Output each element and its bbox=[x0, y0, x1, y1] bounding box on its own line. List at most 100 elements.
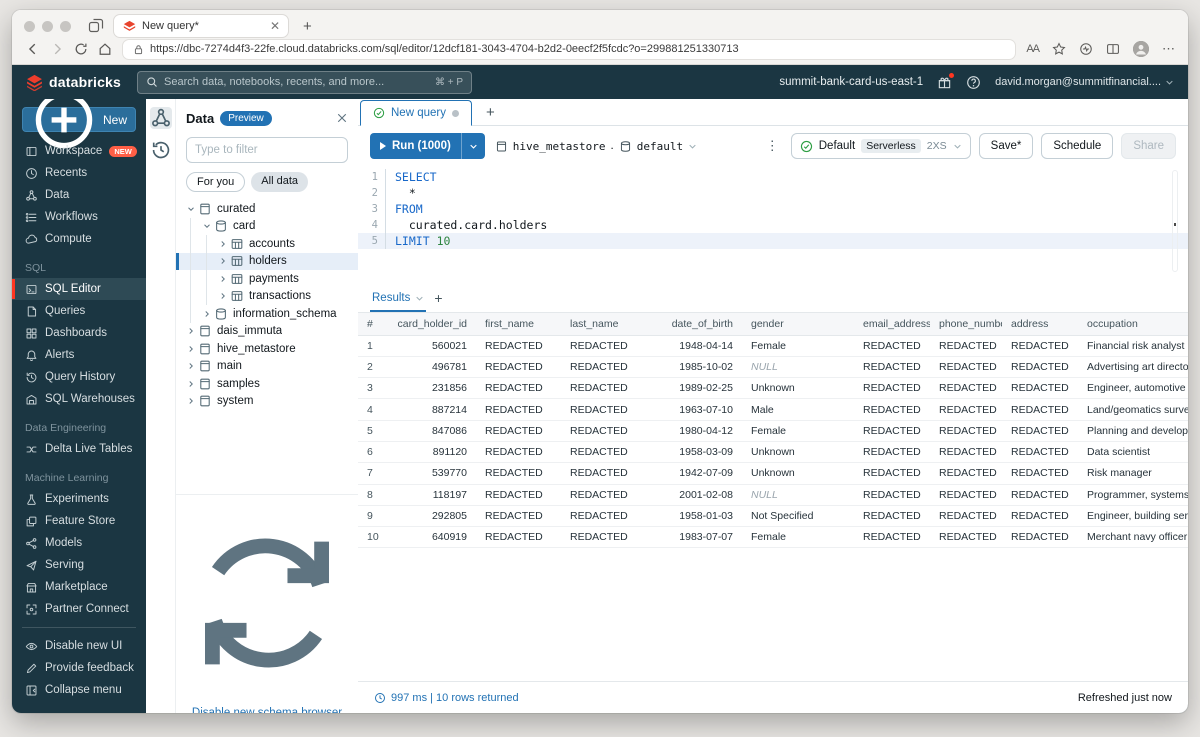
chevron-down-icon[interactable] bbox=[200, 220, 213, 233]
chevron-right-icon[interactable] bbox=[216, 237, 229, 250]
column-header-last-name[interactable]: last_name bbox=[561, 313, 646, 335]
warehouse-selector[interactable]: Default Serverless 2XS bbox=[791, 133, 971, 159]
disable-schema-browser-link[interactable]: Disable new schema browser bbox=[192, 707, 342, 713]
profile-avatar[interactable] bbox=[1133, 41, 1149, 57]
chevron-right-icon[interactable] bbox=[216, 255, 229, 268]
chevron-right-icon[interactable] bbox=[184, 325, 197, 338]
sidebar-item-provide-feedback[interactable]: Provide feedback bbox=[12, 657, 146, 679]
sql-line-4[interactable]: 4 curated.card.holders bbox=[358, 217, 1188, 233]
query-tab[interactable]: New query bbox=[360, 100, 472, 126]
chevron-right-icon[interactable] bbox=[216, 272, 229, 285]
sidebar-item-feature-store[interactable]: Feature Store bbox=[12, 510, 146, 532]
column-header-phone-number[interactable]: phone_number bbox=[930, 313, 1002, 335]
sidebar-item-workflows[interactable]: Workflows bbox=[12, 206, 146, 228]
sidebar-item-serving[interactable]: Serving bbox=[12, 554, 146, 576]
zoom-window-button[interactable] bbox=[60, 21, 71, 32]
schedule-button[interactable]: Schedule bbox=[1041, 133, 1113, 159]
tree-item-accounts[interactable]: accounts bbox=[176, 235, 358, 253]
close-window-button[interactable] bbox=[24, 21, 35, 32]
tree-item-information-schema[interactable]: information_schema bbox=[176, 305, 358, 323]
global-search[interactable]: Search data, notebooks, recents, and mor… bbox=[137, 71, 472, 94]
add-query-tab-button[interactable]: + bbox=[472, 104, 509, 125]
new-tab-button[interactable]: + bbox=[297, 18, 318, 35]
sql-line-1[interactable]: 1SELECT bbox=[358, 169, 1188, 185]
forward-icon[interactable] bbox=[50, 42, 64, 56]
sidebar-item-collapse-menu[interactable]: Collapse menu bbox=[12, 679, 146, 701]
home-icon[interactable] bbox=[98, 42, 112, 56]
scrollbar-thumb[interactable] bbox=[1174, 223, 1176, 226]
chevron-right-icon[interactable] bbox=[184, 377, 197, 390]
column-header-card-holder-id[interactable]: card_holder_id bbox=[380, 313, 476, 335]
sidebar-item-query-history[interactable]: Query History bbox=[12, 366, 146, 388]
tree-item-system[interactable]: system bbox=[176, 393, 358, 411]
split-screen-icon[interactable] bbox=[1106, 42, 1120, 56]
add-results-tab-button[interactable]: + bbox=[434, 290, 442, 306]
sidebar-item-data[interactable]: Data bbox=[12, 184, 146, 206]
close-tab-icon[interactable]: ✕ bbox=[270, 19, 280, 33]
chevron-right-icon[interactable] bbox=[200, 307, 213, 320]
column-header-date-of-birth[interactable]: date_of_birth bbox=[646, 313, 742, 335]
column-header-email-address[interactable]: email_address bbox=[854, 313, 930, 335]
tree-item-card[interactable]: card bbox=[176, 218, 358, 236]
reload-icon[interactable] bbox=[74, 42, 88, 56]
sidebar-item-partner-connect[interactable]: Partner Connect bbox=[12, 598, 146, 620]
scope-tab-all-data[interactable]: All data bbox=[251, 172, 308, 192]
browser-essentials-icon[interactable] bbox=[1079, 42, 1093, 56]
run-button[interactable]: Run (1000) bbox=[370, 133, 485, 159]
databricks-brand[interactable]: databricks bbox=[26, 74, 121, 91]
window-controls[interactable] bbox=[24, 21, 71, 32]
kebab-menu-icon[interactable]: ⋮ bbox=[762, 138, 783, 154]
sql-line-3[interactable]: 3FROM bbox=[358, 201, 1188, 217]
chevron-right-icon[interactable] bbox=[184, 360, 197, 373]
sidebar-item-dashboards[interactable]: Dashboards bbox=[12, 322, 146, 344]
sidebar-item-recents[interactable]: Recents bbox=[12, 162, 146, 184]
tree-item-main[interactable]: main bbox=[176, 358, 358, 376]
chevron-right-icon[interactable] bbox=[216, 290, 229, 303]
tree-item-curated[interactable]: curated bbox=[176, 200, 358, 218]
help-icon[interactable] bbox=[966, 75, 981, 90]
new-button[interactable]: New bbox=[22, 107, 136, 132]
sql-line-2[interactable]: 2 * bbox=[358, 185, 1188, 201]
column-header-gender[interactable]: gender bbox=[742, 313, 854, 335]
tab-overview-icon[interactable] bbox=[87, 18, 105, 34]
browser-tab[interactable]: New query* ✕ bbox=[113, 14, 289, 38]
refresh-icon[interactable] bbox=[176, 503, 358, 703]
chevron-right-icon[interactable] bbox=[184, 342, 197, 355]
scope-tab-for-you[interactable]: For you bbox=[186, 172, 245, 192]
close-icon[interactable] bbox=[336, 112, 348, 124]
tree-item-holders[interactable]: holders bbox=[176, 253, 358, 271]
sidebar-item-sql-warehouses[interactable]: SQL Warehouses bbox=[12, 388, 146, 410]
schema-history-tab-icon[interactable] bbox=[150, 139, 172, 161]
whats-new-gift-icon[interactable] bbox=[937, 75, 952, 90]
sidebar-item-delta-live-tables[interactable]: Delta Live Tables bbox=[12, 438, 146, 460]
column-header-first-name[interactable]: first_name bbox=[476, 313, 561, 335]
tree-item-samples[interactable]: samples bbox=[176, 375, 358, 393]
tree-item-transactions[interactable]: transactions bbox=[176, 288, 358, 306]
sidebar-item-experiments[interactable]: Experiments bbox=[12, 488, 146, 510]
minimize-window-button[interactable] bbox=[42, 21, 53, 32]
sql-code-editor[interactable]: 1SELECT2 *3FROM4 curated.card.holders5LI… bbox=[358, 166, 1188, 284]
chevron-right-icon[interactable] bbox=[184, 395, 197, 408]
column-header-address[interactable]: address bbox=[1002, 313, 1078, 335]
back-icon[interactable] bbox=[26, 42, 40, 56]
address-bar[interactable]: https://dbc-7274d4f3-22fe.cloud.databric… bbox=[122, 39, 1016, 60]
more-options-icon[interactable]: ⋯ bbox=[1162, 41, 1176, 57]
workspace-name[interactable]: summit-bank-card-us-east-1 bbox=[779, 76, 923, 88]
results-tab[interactable]: Results bbox=[372, 284, 424, 312]
schema-data-tab-icon[interactable] bbox=[150, 107, 172, 129]
favorites-star-icon[interactable] bbox=[1052, 42, 1066, 56]
tree-item-hive-metastore[interactable]: hive_metastore bbox=[176, 340, 358, 358]
save-button[interactable]: Save* bbox=[979, 133, 1034, 159]
tree-item-dais-immuta[interactable]: dais_immuta bbox=[176, 323, 358, 341]
sidebar-item-alerts[interactable]: Alerts bbox=[12, 344, 146, 366]
sidebar-item-workspace[interactable]: WorkspaceNEW bbox=[12, 140, 146, 162]
chevron-down-icon[interactable] bbox=[184, 202, 197, 215]
sql-line-5[interactable]: 5LIMIT 10 bbox=[358, 233, 1188, 249]
tree-item-payments[interactable]: payments bbox=[176, 270, 358, 288]
schema-filter[interactable] bbox=[186, 137, 348, 163]
sidebar-item-marketplace[interactable]: Marketplace bbox=[12, 576, 146, 598]
catalog-schema-selector[interactable]: hive_metastore . default bbox=[495, 140, 697, 153]
column-header-occupation[interactable]: occupation bbox=[1078, 313, 1188, 335]
sidebar-item-models[interactable]: Models bbox=[12, 532, 146, 554]
run-options-caret[interactable] bbox=[462, 133, 485, 159]
